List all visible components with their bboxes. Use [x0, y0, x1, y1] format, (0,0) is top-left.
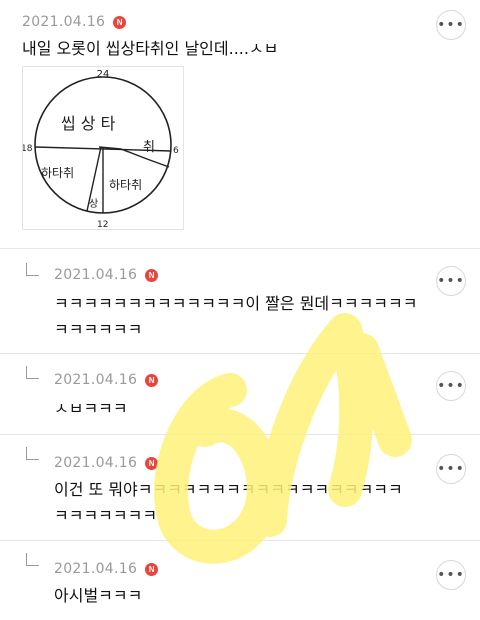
reply-text-line: 이건 또 뭐야ㅋㅋㅋㅋㅋㅋㅋㅋㅋㅋㅋㅋㅋㅋㅋㅋㅋㅋ [54, 480, 403, 499]
reply-date: 2021.04.16 [54, 372, 138, 388]
drawing-bottom-label: 12 [97, 220, 108, 229]
reply-text-line: ㅋㅋㅋㅋㅋㅋㅋ [54, 506, 158, 525]
reply-meta: 2021.04.16 N [54, 455, 159, 471]
new-badge: N [145, 456, 159, 470]
drawing-seg-mid: 상 [89, 198, 98, 210]
reply-item: 2021.04.16 N ••• ㅋㅋㅋㅋㅋㅋㅋㅋㅋㅋㅋㅋㅋ이 짤은 뭔데ㅋㅋㅋ… [0, 249, 480, 354]
new-badge: N [113, 15, 127, 29]
more-options-button[interactable]: ••• [436, 371, 466, 401]
more-options-button[interactable]: ••• [436, 560, 466, 590]
new-badge: N [145, 268, 159, 282]
reply-text-line: ㅋㅋㅋㅋㅋㅋㅋㅋㅋㅋㅋㅋㅋ이 짤은 뭔데ㅋㅋㅋㅋㅋㅋ [54, 294, 418, 313]
reply-text: 아시벌ㅋㅋㅋ [54, 586, 143, 605]
reply-arrow-icon [26, 263, 39, 276]
post: 2021.04.16 N ••• 내일 오롯이 씹상타취인 날인데....ㅅㅂ … [0, 0, 480, 249]
reply-arrow-icon [26, 553, 39, 566]
drawing-seg-right-bottom: 하타취 [109, 178, 142, 192]
reply-item: 2021.04.16 N ••• ㅅㅂㅋㅋㅋ [0, 354, 480, 435]
more-options-button[interactable]: ••• [436, 10, 466, 40]
new-badge: N [145, 562, 159, 576]
drawing-top-label: 24 [97, 69, 110, 80]
new-badge: N [145, 373, 159, 387]
reply-date: 2021.04.16 [54, 561, 138, 577]
reply-meta: 2021.04.16 N [54, 561, 159, 577]
reply-date: 2021.04.16 [54, 267, 138, 283]
reply-arrow-icon [26, 366, 39, 379]
post-image[interactable]: 24 18 6 12 씹 상 타 취 하타취 상 하타취 [21, 66, 184, 230]
drawing-seg-left: 하타취 [41, 166, 74, 180]
reply-meta: 2021.04.16 N [54, 267, 159, 283]
post-text: 내일 오롯이 씹상타취인 날인데....ㅅㅂ [22, 39, 279, 58]
post-meta: 2021.04.16 N [22, 14, 127, 30]
reply-item: 2021.04.16 N ••• 이건 또 뭐야ㅋㅋㅋㅋㅋㅋㅋㅋㅋㅋㅋㅋㅋㅋㅋㅋ… [0, 435, 480, 541]
clock-drawing: 24 18 6 12 씹 상 타 취 하타취 상 하타취 [21, 69, 179, 230]
reply-meta: 2021.04.16 N [54, 372, 159, 388]
reply-text: ㅋㅋㅋㅋㅋㅋㅋㅋㅋㅋㅋㅋㅋ이 짤은 뭔데ㅋㅋㅋㅋㅋㅋ ㅋㅋㅋㅋㅋㅋ [54, 291, 417, 343]
drawing-seg-right: 취 [143, 140, 155, 155]
more-options-button[interactable]: ••• [436, 266, 466, 296]
drawing-seg-top: 씹 상 타 [61, 114, 116, 133]
reply-text: ㅅㅂㅋㅋㅋ [54, 399, 128, 418]
reply-date: 2021.04.16 [54, 455, 138, 471]
drawing-right-label: 6 [173, 146, 179, 156]
post-date: 2021.04.16 [22, 14, 106, 30]
reply-text: 이건 또 뭐야ㅋㅋㅋㅋㅋㅋㅋㅋㅋㅋㅋㅋㅋㅋㅋㅋㅋㅋ ㅋㅋㅋㅋㅋㅋㅋ [54, 477, 403, 529]
reply-item: 2021.04.16 N ••• 아시벌ㅋㅋㅋ [0, 541, 480, 620]
drawing-left-label: 18 [23, 144, 33, 154]
reply-arrow-icon [26, 447, 39, 460]
more-options-button[interactable]: ••• [436, 454, 466, 484]
reply-text-line: ㅋㅋㅋㅋㅋㅋ [54, 320, 143, 339]
